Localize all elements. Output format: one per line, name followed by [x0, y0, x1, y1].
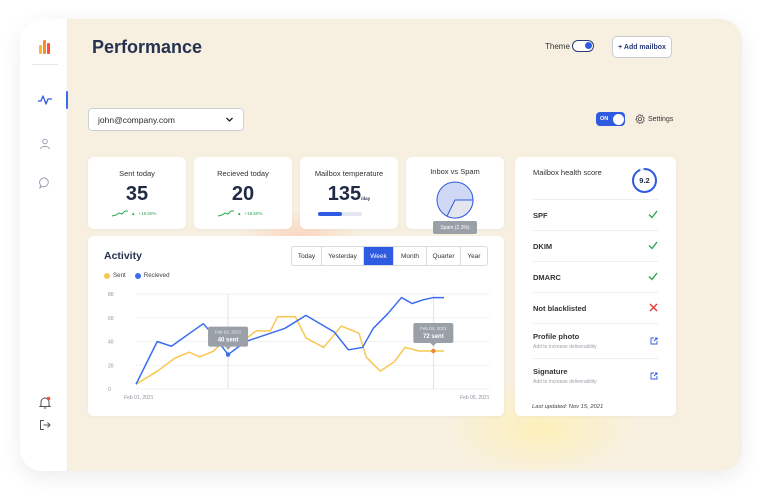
y-tick-label: 20 [108, 363, 114, 369]
gear-icon [635, 114, 645, 124]
mailbox-temperature-card: Mailbox temperature 135/day [300, 157, 398, 229]
check-dmarc: DMARC [533, 261, 658, 292]
series-line-sent [135, 315, 444, 385]
stat-label: Inbox vs Spam [430, 167, 480, 176]
check-label: Not blacklisted [533, 303, 587, 313]
data-point [431, 348, 436, 354]
sparkline-icon [112, 210, 128, 217]
spam-tooltip: Spam (2.3%) [433, 221, 477, 234]
check-label: Profile photo [533, 332, 580, 341]
check-dkim: DKIM [533, 230, 658, 261]
theme-label: Theme [545, 42, 570, 51]
sparkline-icon [218, 210, 234, 217]
sidebar [20, 19, 68, 471]
external-link-icon[interactable] [650, 332, 658, 350]
settings-button[interactable]: Settings [635, 114, 673, 124]
mailbox-select[interactable]: john@company.com [88, 108, 244, 131]
health-score: 9.2 [639, 176, 650, 185]
y-tick-label: 60 [108, 316, 114, 322]
cross-icon [649, 299, 658, 317]
temperature-bar-fill [318, 212, 343, 216]
trend-up-icon: ▲ [131, 211, 136, 216]
app-window: Performance Theme + Add mailbox john@com… [20, 19, 742, 471]
trend-indicator: ▲ +18.50% [218, 210, 262, 217]
check-label: Signature [533, 367, 568, 376]
activity-card: Activity Sent Recieved Today Yesterday W… [88, 236, 504, 416]
user-icon [40, 138, 50, 150]
page-title: Performance [92, 37, 203, 57]
trend-value: +18.50% [138, 211, 157, 216]
check-label: DMARC [533, 272, 561, 282]
stat-value: 35 [125, 183, 149, 205]
chart-tooltip-title: Feb 04, 2021 [420, 326, 447, 331]
toggle-label: ON [600, 116, 609, 122]
chart-tooltip-arrow [225, 346, 232, 350]
sidebar-item-activity[interactable] [36, 91, 54, 109]
settings-label: Settings [648, 115, 674, 123]
trend-indicator: ▲ +18.50% [112, 210, 156, 217]
activity-chart: 0 20 40 60 80 Feb 01, 2021 Feb 05, 2021 Feb 02,… [108, 292, 490, 401]
stat-value: 135 [327, 183, 362, 205]
stat-label: Mailbox temperature [314, 169, 384, 178]
toggle-knob [585, 42, 592, 49]
trend-value: +18.50% [244, 211, 263, 216]
inbox-spam-pie [436, 181, 474, 219]
sidebar-item-messages[interactable] [36, 174, 54, 192]
y-tick-label: 0 [108, 387, 111, 393]
check-profile-photo[interactable]: Profile photo Add to increase deliverabi… [533, 323, 658, 358]
theme-toggle[interactable] [572, 40, 594, 52]
check-icon [648, 268, 658, 286]
active-indicator [66, 91, 68, 109]
x-tick-label: Feb 01, 2021 [124, 395, 154, 401]
y-tick-label: 40 [108, 340, 114, 346]
stat-label: Recieved today [217, 169, 269, 178]
chart-tooltip-arrow [430, 343, 437, 346]
chevron-down-icon [226, 117, 233, 122]
app-logo [39, 40, 53, 54]
received-today-card: Recieved today 20 ▲ +18.50% [194, 157, 292, 229]
sent-today-card: Sent today 35 ▲ +18.50% [88, 157, 186, 229]
check-icon [648, 206, 658, 224]
data-point [225, 352, 231, 357]
mailbox-on-toggle[interactable]: ON [596, 112, 625, 126]
toggle-knob [612, 113, 624, 125]
sidebar-item-notifications[interactable] [36, 393, 54, 411]
check-sublabel: Add to increase deliverability [533, 379, 597, 385]
add-mailbox-button[interactable]: + Add mailbox [612, 36, 672, 58]
check-signature[interactable]: Signature Add to increase deliverability [533, 358, 658, 393]
chart-tooltip-title: Feb 02, 2021 [215, 330, 242, 335]
check-text: Profile photo Add to increase deliverabi… [533, 332, 597, 350]
temperature-readout: 135/day [300, 183, 398, 206]
stat-label: Sent today [119, 169, 155, 178]
check-label: SPF [533, 210, 548, 220]
last-updated: Last updated: Nov 15, 2021 [532, 404, 604, 410]
health-title: Mailbox health score [533, 168, 602, 177]
activity-icon [38, 95, 52, 105]
chat-icon [39, 177, 49, 189]
x-tick-label: Feb 05, 2021 [460, 395, 490, 401]
sidebar-item-logout[interactable] [36, 416, 54, 434]
trend-up-icon: ▲ [237, 211, 242, 216]
check-sublabel: Add to increase deliverability [533, 344, 597, 350]
stat-value: 20 [231, 183, 255, 205]
bell-icon [39, 396, 51, 408]
stat-unit: /day [361, 196, 371, 201]
check-blacklist: Not blacklisted [533, 292, 658, 323]
sidebar-divider [32, 64, 58, 65]
chart-tooltip-value: 40 sent [218, 338, 239, 344]
check-spf: SPF [533, 199, 658, 230]
external-link-icon[interactable] [650, 367, 658, 385]
check-label: DKIM [533, 241, 553, 251]
logout-icon [40, 420, 51, 430]
sidebar-item-profile[interactable] [36, 135, 54, 153]
temperature-bar [318, 212, 362, 216]
inbox-vs-spam-card: Inbox vs Spam Spam (2.3%) [406, 157, 504, 234]
check-icon [648, 237, 658, 255]
y-tick-label: 80 [108, 292, 114, 298]
mailbox-health-card: Mailbox health score 9.2 SPF DKIM DMARC … [515, 157, 676, 416]
check-text: Signature Add to increase deliverability [533, 367, 597, 385]
chart-tooltip-value: 72 sent [423, 334, 444, 340]
series-line-received [135, 296, 444, 385]
mailbox-email: john@company.com [98, 114, 175, 125]
